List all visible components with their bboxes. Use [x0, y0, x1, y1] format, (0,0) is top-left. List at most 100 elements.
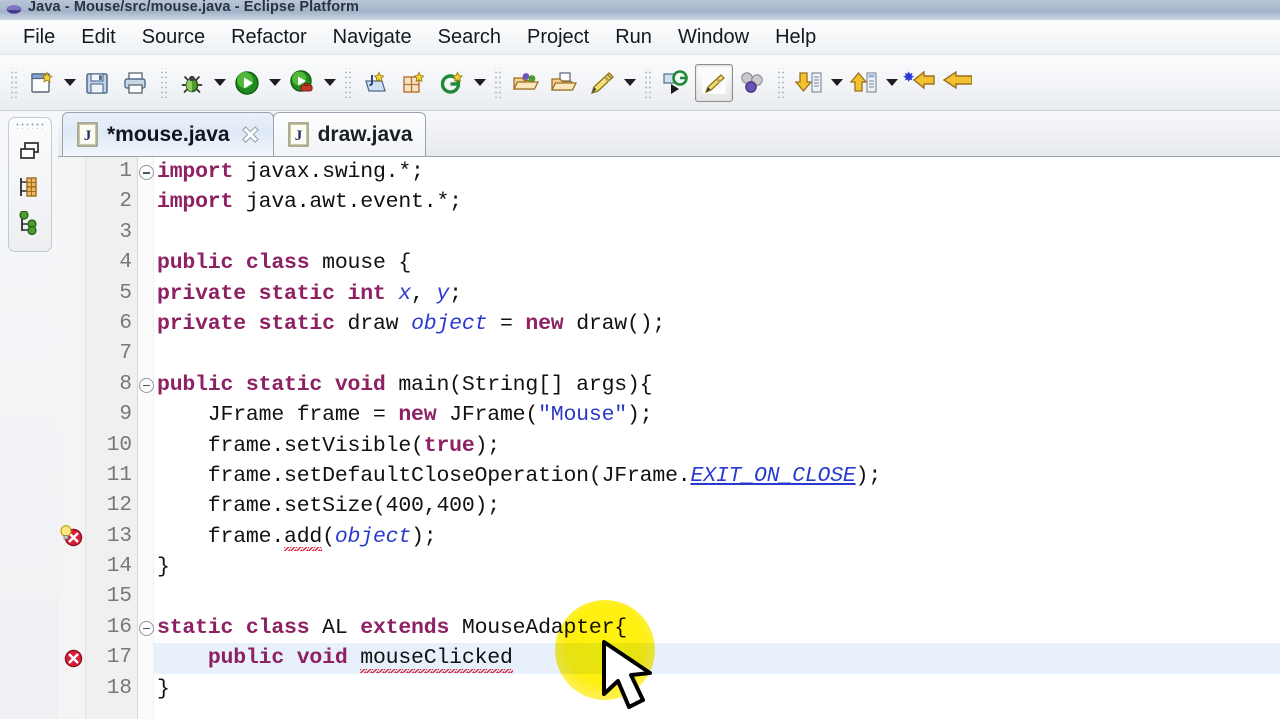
code-line[interactable]: frame.setVisible(true); [154, 431, 1280, 461]
marker-ruler-row[interactable] [58, 582, 85, 612]
code-line[interactable]: frame.setSize(400,400); [154, 491, 1280, 521]
new-class-dropdown[interactable] [471, 64, 488, 102]
toolbar-grip[interactable] [643, 67, 652, 98]
menu-item-search[interactable]: Search [425, 24, 514, 51]
external-tools-dropdown[interactable] [321, 64, 338, 102]
search-pencil-dropdown[interactable] [621, 64, 638, 102]
code-line[interactable]: public static void main(String[] args){ [154, 370, 1280, 400]
debug-button[interactable] [173, 64, 211, 102]
code-line[interactable]: public void mouseClicked [154, 643, 1280, 674]
code-text-area[interactable]: import javax.swing.*; import java.awt.eve… [154, 157, 1280, 719]
folding-ruler[interactable] [138, 157, 154, 719]
menu-item-navigate[interactable]: Navigate [320, 24, 425, 51]
toggle-mark-occurrences-button[interactable] [695, 63, 733, 102]
folding-row[interactable] [138, 491, 153, 521]
debug-dropdown[interactable] [211, 64, 228, 102]
open-type-button[interactable] [507, 64, 545, 102]
previous-annotation-button[interactable] [845, 64, 883, 102]
restore-view-button[interactable] [13, 133, 47, 169]
next-annotation-button[interactable] [790, 64, 828, 102]
toolbar-grip[interactable] [159, 67, 168, 98]
close-icon[interactable] [241, 125, 261, 145]
marker-ruler-row[interactable] [58, 674, 85, 704]
marker-ruler-row[interactable] [58, 461, 85, 491]
hierarchy-button[interactable] [13, 205, 47, 241]
toolbar-grip[interactable] [9, 67, 18, 98]
error-marker-icon[interactable] [64, 649, 83, 668]
code-line[interactable] [154, 218, 1280, 248]
new-java-project-button[interactable] [357, 64, 395, 102]
toolbar-grip[interactable] [776, 67, 785, 98]
external-tools-button[interactable] [283, 64, 321, 102]
fold-collapse-icon[interactable] [139, 620, 154, 636]
folding-row[interactable] [138, 309, 153, 339]
folding-row[interactable] [138, 370, 154, 400]
marker-ruler-row[interactable] [58, 218, 85, 248]
marker-ruler-row[interactable] [58, 643, 85, 673]
code-line[interactable]: private static draw object = new draw(); [154, 309, 1280, 339]
menu-item-file[interactable]: File [10, 24, 68, 51]
code-line[interactable]: import javax.swing.*; [154, 157, 1280, 187]
folding-row[interactable] [138, 339, 153, 369]
folding-row[interactable] [138, 461, 153, 491]
save-button[interactable] [78, 64, 116, 102]
code-line[interactable] [154, 582, 1280, 612]
quick-fix-bulb-icon[interactable] [59, 524, 73, 541]
marker-ruler-row[interactable] [58, 248, 85, 278]
menu-item-run[interactable]: Run [602, 24, 665, 51]
run-dropdown[interactable] [266, 64, 283, 102]
code-line[interactable] [154, 339, 1280, 369]
marker-ruler-row[interactable] [58, 187, 85, 217]
menu-item-window[interactable]: Window [665, 24, 762, 51]
marker-ruler-row[interactable] [58, 400, 85, 430]
back-button[interactable] [938, 64, 976, 102]
marker-ruler-row[interactable] [58, 613, 85, 643]
run-button[interactable] [228, 64, 266, 102]
folding-row[interactable] [138, 279, 153, 309]
folding-row[interactable] [138, 643, 153, 673]
code-line[interactable]: public class mouse { [154, 248, 1280, 278]
code-line[interactable]: frame.setDefaultCloseOperation(JFrame.EX… [154, 461, 1280, 491]
marker-ruler-row[interactable] [58, 339, 85, 369]
menu-item-project[interactable]: Project [514, 24, 602, 51]
toggle-ancestor-button[interactable] [733, 64, 771, 102]
folding-row[interactable] [138, 522, 153, 552]
menu-item-refactor[interactable]: Refactor [218, 24, 320, 51]
folding-row[interactable] [138, 400, 153, 430]
folding-row[interactable] [138, 157, 154, 187]
next-annotation-dropdown[interactable] [828, 64, 845, 102]
editor-tab-draw-java[interactable]: J draw.java [272, 112, 426, 156]
code-line[interactable]: import java.awt.event.*; [154, 187, 1280, 217]
rail-grip[interactable] [15, 122, 45, 129]
editor-tab-mouse-java[interactable]: J *mouse.java [62, 112, 274, 156]
new-class-button[interactable] [433, 64, 471, 102]
folding-row[interactable] [138, 248, 153, 278]
marker-ruler-row[interactable] [58, 279, 85, 309]
code-line[interactable]: frame.add(object); [154, 522, 1280, 552]
code-line[interactable]: } [154, 552, 1280, 582]
new-wizard-button[interactable] [23, 64, 61, 102]
print-button[interactable] [116, 64, 154, 102]
marker-ruler-row[interactable] [58, 491, 85, 521]
folding-row[interactable] [138, 674, 153, 704]
fold-collapse-icon[interactable] [139, 165, 154, 180]
open-task-button[interactable] [545, 64, 583, 102]
package-explorer-button[interactable] [13, 169, 47, 205]
folding-row[interactable] [138, 187, 153, 217]
fold-collapse-icon[interactable] [139, 377, 154, 393]
folding-row[interactable] [138, 582, 153, 612]
toolbar-grip[interactable] [343, 67, 352, 98]
marker-ruler-row[interactable] [58, 431, 85, 461]
folding-row[interactable] [138, 218, 153, 248]
menu-item-source[interactable]: Source [129, 24, 218, 51]
code-editor[interactable]: 1 2 3 4 5 6 7 8 9 10 11 12 13 14 15 16 17 18 import javax… [58, 157, 1280, 719]
previous-annotation-dropdown[interactable] [883, 64, 900, 102]
code-line[interactable]: } [154, 674, 1280, 704]
new-wizard-dropdown[interactable] [61, 64, 78, 102]
marker-ruler-row[interactable] [58, 370, 85, 400]
marker-ruler[interactable] [58, 157, 86, 719]
new-package-button[interactable] [395, 64, 433, 102]
folding-row[interactable] [138, 431, 153, 461]
marker-ruler-row[interactable] [58, 309, 85, 339]
folding-row[interactable] [138, 613, 154, 643]
